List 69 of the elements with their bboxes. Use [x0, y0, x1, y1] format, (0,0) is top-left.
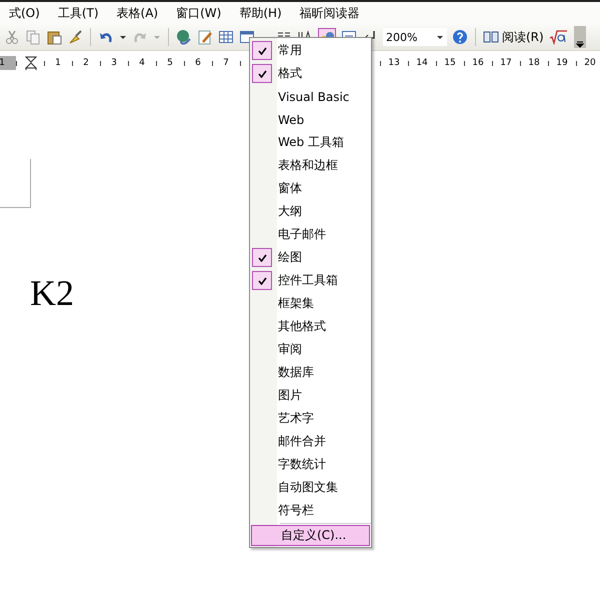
ruler-number: 5 [166, 57, 174, 70]
menu-item[interactable]: 图片 [250, 384, 371, 407]
menu-item[interactable]: 绘图 [250, 246, 371, 269]
ruler-number: 1 [54, 57, 62, 70]
menu-item[interactable]: 常用 [250, 39, 371, 62]
menu-item[interactable]: Visual Basic [250, 85, 371, 108]
ruler-number: 2 [82, 57, 90, 70]
document-text: K2 [30, 272, 74, 314]
read-button[interactable]: 阅读(R) [483, 28, 544, 46]
menu-item[interactable]: 审阅 [250, 338, 371, 361]
menu-item[interactable]: 字数统计 [250, 453, 371, 476]
check-icon [258, 276, 266, 284]
menu-item[interactable]: 数据库 [250, 361, 371, 384]
ruler-number: 15 [443, 57, 457, 70]
zoom-field[interactable]: 200% [383, 28, 447, 46]
menu-item[interactable]: 电子邮件 [250, 223, 371, 246]
hyperlink-icon[interactable] [176, 29, 192, 45]
ruler-number: 1 [0, 57, 6, 70]
ruler-number: 18 [527, 57, 541, 70]
dropdown-icon[interactable] [119, 33, 127, 41]
equation-icon[interactable] [548, 29, 567, 45]
checkbox[interactable] [252, 64, 272, 83]
check-icon [258, 46, 266, 54]
menu-item[interactable]: 符号栏 [250, 499, 371, 522]
ruler-number: 7 [222, 57, 230, 70]
menu-item[interactable]: 自动图文集 [250, 476, 371, 499]
menu-item[interactable]: 式(O) [0, 4, 49, 22]
dropdown-icon[interactable] [436, 34, 444, 40]
chevron-icon [576, 41, 584, 48]
ruler-number: 4 [138, 57, 146, 70]
ruler-number: 20 [583, 57, 597, 70]
menu-item[interactable]: 其他格式 [250, 315, 371, 338]
checkbox[interactable] [252, 271, 272, 290]
menu-item[interactable]: 窗体 [250, 177, 371, 200]
customize-menu-item[interactable]: 自定义(C)... [251, 525, 370, 546]
ruler-number: 14 [415, 57, 429, 70]
ruler-number: 19 [555, 57, 569, 70]
menu-item[interactable]: 福昕阅读器 [290, 4, 369, 22]
menu-item[interactable]: 艺术字 [250, 407, 371, 430]
menu-item[interactable]: 工具(T) [48, 4, 108, 22]
paste-icon[interactable] [46, 29, 62, 45]
menu-item[interactable]: 表格和边框 [250, 154, 371, 177]
ruler-number: 17 [499, 57, 513, 70]
table-icon[interactable] [218, 29, 234, 45]
overflow-button[interactable] [574, 26, 586, 48]
cut-icon[interactable] [4, 29, 20, 45]
ruler-number: 6 [194, 57, 202, 70]
ruler-number: 16 [471, 57, 485, 70]
menu-item[interactable]: Web [250, 108, 371, 131]
ruler-number: 13 [387, 57, 401, 70]
menu-item[interactable]: 窗口(W) [167, 4, 230, 22]
menu-item[interactable]: 表格(A) [108, 4, 168, 22]
help-icon[interactable] [452, 29, 468, 45]
edit-icon[interactable] [197, 29, 213, 45]
book-icon [483, 29, 499, 45]
brush-icon[interactable] [67, 29, 83, 45]
checkbox[interactable] [252, 248, 272, 267]
menu-item[interactable]: 控件工具箱 [250, 269, 371, 292]
menu-item[interactable]: 框架集 [250, 292, 371, 315]
checkbox[interactable] [252, 41, 272, 60]
menu-item[interactable]: 格式 [250, 62, 371, 85]
page-corner-mark [0, 159, 31, 208]
check-icon [258, 254, 266, 262]
menu-item[interactable]: Web 工具箱 [250, 131, 371, 154]
menu-item[interactable]: 大纲 [250, 200, 371, 223]
menu-item[interactable]: 帮助(H) [230, 4, 291, 22]
menu-item[interactable]: 邮件合并 [250, 430, 371, 453]
check-icon [258, 70, 266, 78]
ruler-number: 3 [110, 57, 118, 70]
